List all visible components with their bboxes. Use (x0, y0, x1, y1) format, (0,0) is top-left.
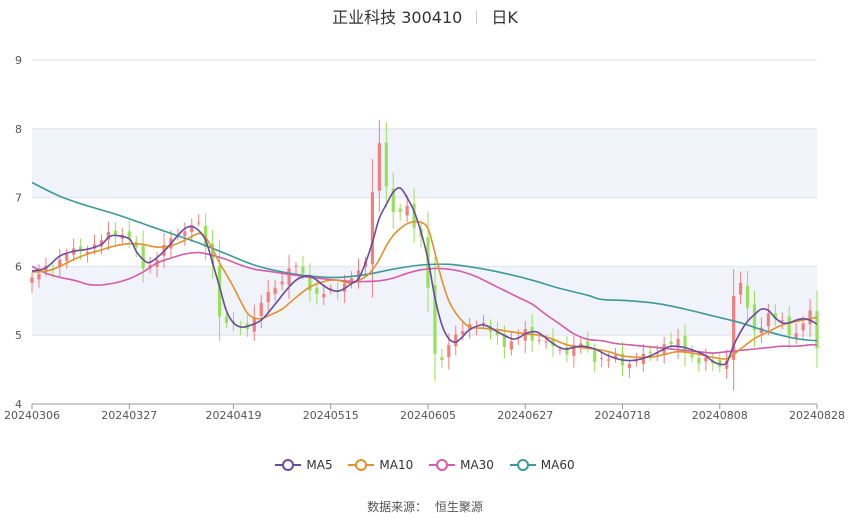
candle-body (690, 354, 694, 358)
y-tick-label: 7 (15, 192, 22, 205)
candle-body (266, 291, 270, 303)
candle-body (481, 322, 486, 325)
x-tick-label: 20240306 (4, 409, 60, 422)
x-tick-label: 20240627 (497, 409, 553, 422)
legend-swatch-ma10 (348, 459, 375, 471)
source-name: 恒生聚源 (434, 500, 483, 514)
candle-body (600, 357, 604, 359)
candle-body (738, 282, 743, 295)
legend-label-ma10: MA10 (379, 458, 414, 472)
x-tick-label: 20240718 (594, 409, 650, 422)
candle-body (65, 254, 69, 261)
candle-body (183, 231, 187, 237)
candle-body (287, 268, 291, 285)
candle-body (606, 359, 611, 361)
candle-body (509, 341, 513, 350)
candle-body (815, 311, 819, 349)
candle-body (780, 320, 784, 322)
candle-body (30, 277, 34, 283)
candle-body (801, 323, 805, 331)
legend-label-ma5: MA5 (306, 458, 333, 472)
kline-chart: 45678920240306 20240327 20240419 20240515 20… (4, 54, 845, 422)
legend-item-ma5[interactable]: MA5 (275, 458, 333, 472)
candle-body (697, 357, 701, 364)
legend-swatch-ma30 (429, 459, 456, 471)
legend-label-ma30: MA30 (460, 458, 494, 472)
candle-body (704, 357, 708, 362)
candle-body (224, 316, 229, 323)
x-tick-label: 20240605 (400, 409, 456, 422)
candle-body (544, 341, 548, 343)
candle-body (377, 143, 381, 191)
legend-swatch-ma5 (275, 459, 302, 471)
candle-body (384, 142, 388, 187)
source-label: 数据来源： (367, 500, 428, 514)
candle-body (141, 245, 145, 269)
legend-item-ma30[interactable]: MA30 (429, 458, 494, 472)
candle-body (579, 343, 583, 346)
candle-body (648, 351, 652, 354)
y-tick-label: 5 (15, 329, 22, 342)
candle-body (537, 340, 541, 342)
candle-body (398, 208, 402, 213)
grid-band (32, 128, 817, 198)
legend-item-ma60[interactable]: MA60 (509, 458, 575, 472)
candle-body (440, 357, 444, 360)
candle-body (301, 266, 305, 274)
candle-body (766, 313, 770, 327)
candle-body (37, 273, 41, 280)
candle-body (259, 302, 263, 316)
y-tick-label: 6 (15, 260, 22, 273)
candle-body (787, 316, 791, 336)
candle-body (315, 287, 319, 294)
candle-body (294, 265, 298, 267)
x-tick-label: 20240808 (692, 409, 748, 422)
candle-body (745, 285, 750, 308)
legend-label-ma60: MA60 (540, 458, 575, 472)
candle-body (627, 364, 632, 369)
candle-body (197, 222, 201, 224)
x-tick-label: 20240419 (205, 409, 261, 422)
y-tick-label: 8 (15, 123, 22, 136)
candle-body (273, 287, 277, 294)
x-tick-label: 20240327 (101, 409, 157, 422)
y-tick-label: 9 (15, 54, 22, 67)
data-source: 数据来源： 恒生聚源 (0, 498, 850, 515)
candle-body (454, 334, 458, 347)
candle-body (669, 341, 673, 345)
x-tick-label: 20240828 (789, 409, 845, 422)
legend-item-ma10[interactable]: MA10 (348, 458, 413, 472)
candle-body (593, 350, 597, 363)
candle-body (808, 310, 812, 325)
legend: MA5 MA10 MA30 MA60 (0, 458, 850, 474)
grid-band (32, 266, 817, 336)
candle-body (405, 205, 409, 216)
candle-body (370, 192, 374, 265)
x-tick-label: 20240515 (303, 409, 359, 422)
candle-body (461, 331, 465, 335)
candle-body (280, 281, 284, 285)
legend-swatch-ma60 (509, 459, 536, 471)
candle-body (558, 349, 562, 351)
candle-body (447, 344, 451, 358)
candle-body (322, 293, 326, 298)
